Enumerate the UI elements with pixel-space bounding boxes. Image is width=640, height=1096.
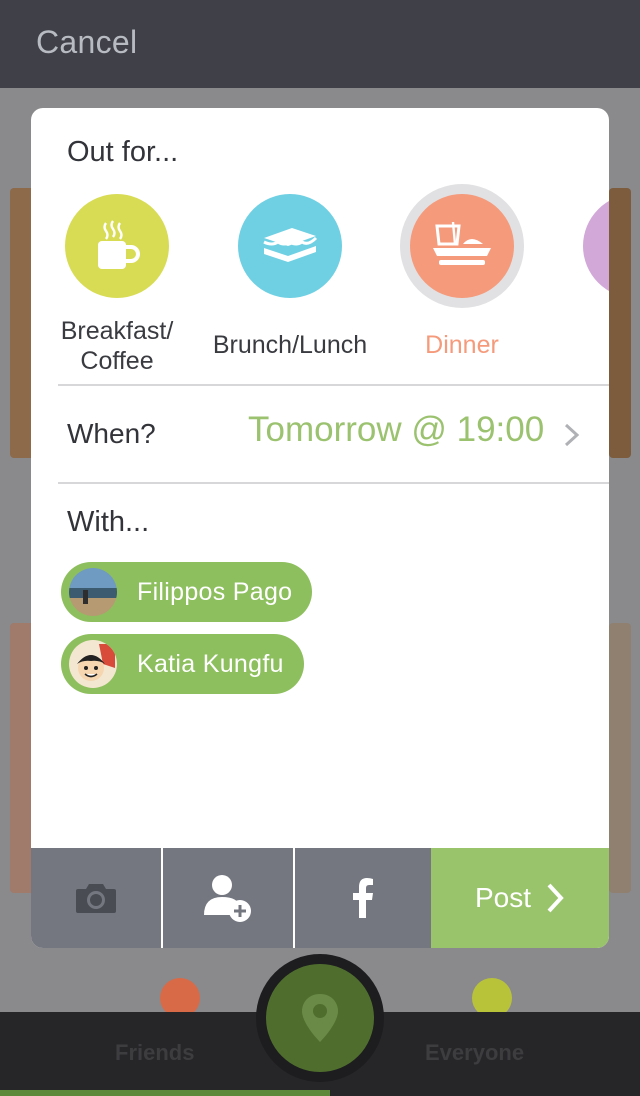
tab-friends[interactable]: Friends (115, 1040, 194, 1066)
cancel-button[interactable]: Cancel (36, 24, 137, 61)
avatar (69, 568, 117, 616)
category-circle (65, 194, 169, 298)
category-circle (410, 194, 514, 298)
avatar (69, 640, 117, 688)
camera-icon (76, 884, 116, 913)
friend-name: Filippos Pago (137, 577, 293, 606)
location-pin-icon (302, 994, 338, 1042)
with-heading: With... (67, 506, 150, 538)
when-datetime-value[interactable]: Tomorrow @ 19:00 (248, 410, 544, 450)
top-bar: Cancel (0, 0, 640, 88)
category-label: Brunch/Lunch (212, 331, 368, 359)
tab-indicator (0, 1090, 330, 1096)
selected-ring (400, 184, 524, 308)
facebook-icon (353, 878, 373, 918)
feed-card (609, 188, 631, 458)
category-circle (238, 194, 342, 298)
chevron-right-icon[interactable] (561, 420, 583, 450)
post-button[interactable]: Post (431, 848, 609, 948)
divider (58, 482, 609, 484)
when-label: When? (67, 418, 156, 449)
feed-card (609, 623, 631, 893)
modal-toolbar: Post (31, 848, 609, 948)
category-circle (583, 194, 609, 298)
add-friend-button[interactable] (163, 848, 293, 948)
category-selector: Breakfast/ Coffee Brunch/Lunch Dinner (31, 184, 609, 392)
camera-button[interactable] (31, 848, 161, 948)
friend-chip[interactable]: Filippos Pago (61, 562, 313, 622)
friend-name: Katia Kungfu (137, 649, 284, 678)
location-fab-button[interactable] (266, 964, 374, 1072)
friend-chip[interactable]: Katia Kungfu (61, 634, 304, 694)
facebook-share-button[interactable] (295, 848, 431, 948)
tab-everyone[interactable]: Everyone (425, 1040, 524, 1066)
post-label: Post (474, 882, 532, 913)
add-person-icon (204, 875, 251, 922)
new-outing-modal: Out for... Breakfast/ Coffee Brunch/Lunc… (31, 108, 609, 948)
divider (58, 384, 609, 386)
category-label: D (521, 330, 609, 360)
sandwich-icon (263, 228, 318, 262)
chevron-right-icon (547, 883, 564, 913)
dinner-tray-icon (433, 222, 491, 265)
out-for-heading: Out for... (67, 136, 179, 168)
coffee-cup-icon (98, 220, 140, 269)
